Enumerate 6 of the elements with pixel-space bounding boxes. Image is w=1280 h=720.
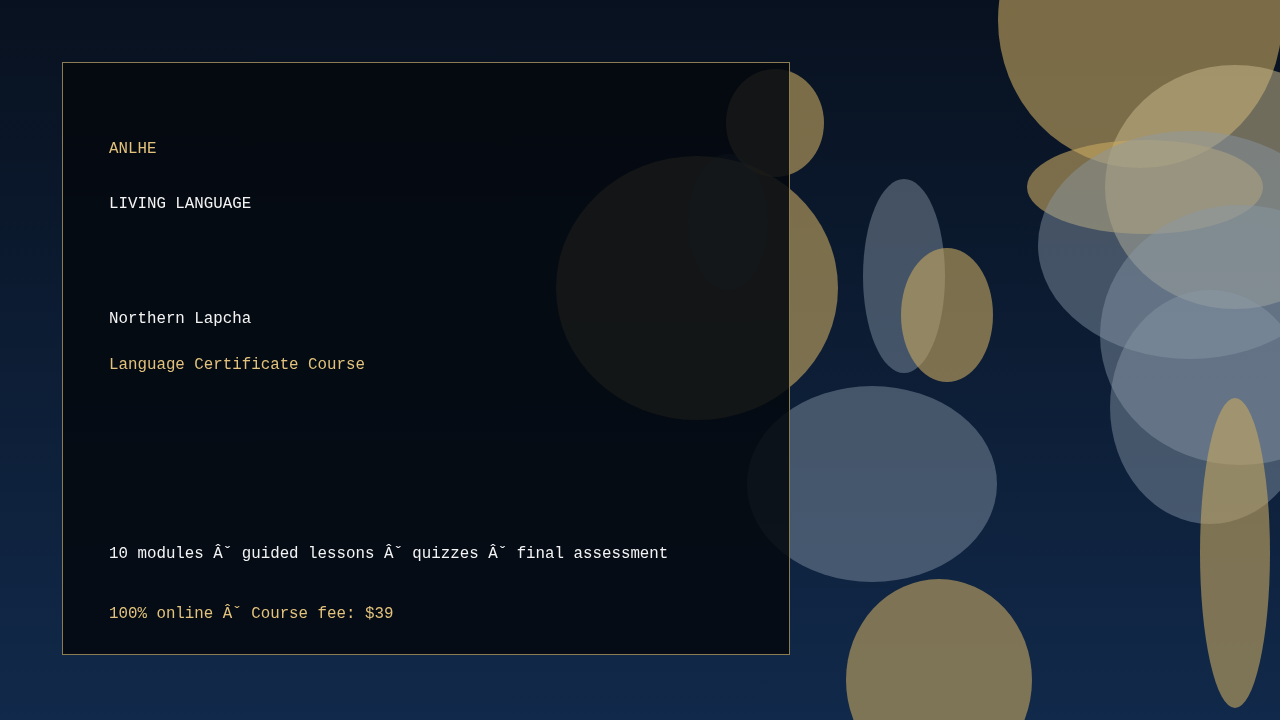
course-title: Language Certificate Course (109, 355, 365, 375)
features-text: 10 modules Âˇ guided lessons Âˇ quizzes Âˇ final assessment (109, 544, 669, 564)
eyebrow-text: ANLHE (109, 139, 157, 159)
series-title: LIVING LANGUAGE (109, 194, 252, 214)
pricing-text: 100% online Âˇ Course fee: $39 (109, 604, 394, 624)
language-name: Northern Lapcha (109, 309, 252, 329)
